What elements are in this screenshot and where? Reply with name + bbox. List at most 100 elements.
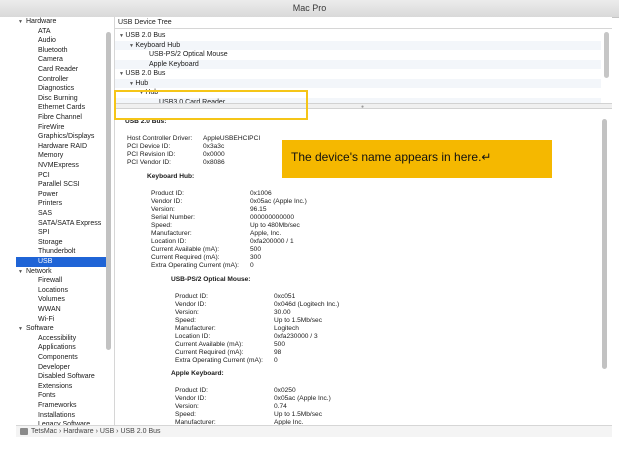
property-value: 98 [274,349,282,356]
sidebar-item[interactable]: Audio [16,36,108,46]
system-information-window: Mac Pro ▼ Hardware ATA Audio Bluetooth Camera… [0,0,619,450]
sidebar-item[interactable]: Card Reader [16,65,108,75]
sidebar-item[interactable]: Installations [16,411,108,421]
sidebar-item[interactable]: Diagnostics [16,84,108,94]
sidebar-item[interactable]: NVMExpress [16,161,108,171]
tree-node[interactable]: ▼ USB 2.0 Bus [115,69,601,79]
sidebar-item-label: SATA/SATA Express [38,219,102,227]
tree-node[interactable]: ▼ Keyboard Hub [115,40,601,50]
sidebar-item[interactable]: Camera [16,55,108,65]
sidebar-item-label: Network [26,267,52,275]
sidebar-item[interactable]: ATA [16,27,108,37]
tree-node[interactable]: ▼ Hub [115,78,601,88]
sidebar-item[interactable]: Applications [16,343,108,353]
annotation-callout: The device's name appears in here.↵ [282,140,552,178]
sidebar-item-label: Audio [38,37,56,45]
sidebar-item-label: FireWire [38,123,65,131]
property-value: 0x046d (Logitech Inc.) [274,301,340,308]
sidebar-scrollbar[interactable] [106,32,111,350]
sidebar-item[interactable]: Volumes [16,295,108,305]
sidebar-item[interactable]: Storage [16,238,108,248]
sidebar-item[interactable]: Parallel SCSI [16,180,108,190]
sidebar-item[interactable]: Memory [16,151,108,161]
property-value: 300 [250,254,262,261]
sidebar-item-label: Bluetooth [38,46,68,54]
tree-node[interactable]: Apple Keyboard [115,59,601,69]
highlight-box [114,90,308,120]
sidebar-item-label: Fonts [38,392,56,400]
sidebar-category[interactable]: ▼ Software [16,324,108,334]
sidebar-item-label: NVMExpress [38,162,79,169]
sidebar-item-label: Controller [38,75,69,83]
property-key: Current Required (mA): [175,349,244,356]
sidebar-item-label: Fibre Channel [38,114,82,121]
sidebar-item[interactable]: Power [16,190,108,200]
tree-node-label: USB-PS/2 Optical Mouse [149,51,228,58]
sidebar-item[interactable]: Ethernet Cards [16,103,108,113]
sidebar-item[interactable]: Locations [16,286,108,296]
sidebar-item[interactable]: SATA/SATA Express [16,219,108,229]
sidebar-item[interactable]: Fibre Channel [16,113,108,123]
sidebar-item-label: Diagnostics [38,85,75,93]
sidebar-item[interactable]: Bluetooth [16,46,108,56]
sidebar-item[interactable]: USB [16,257,108,267]
sidebar-category[interactable]: ▼ Network [16,267,108,277]
sidebar-item[interactable]: Firewall [16,276,108,286]
tree-scrollbar[interactable] [604,32,609,78]
computer-icon [20,427,28,435]
sidebar-item[interactable]: Controller [16,75,108,85]
sidebar-item[interactable]: Components [16,353,108,363]
sidebar-item[interactable]: FireWire [16,123,108,133]
tree-node-label: Apple Keyboard [149,60,199,68]
sidebar-item-label: PCI [38,171,50,179]
tree-node-label: USB 2.0 Bus [125,70,166,77]
property-key: Speed: [151,222,172,229]
property-value: 000000000000 [250,214,295,221]
sidebar-item[interactable]: Printers [16,199,108,209]
property-key: Product ID: [175,293,208,300]
sidebar-item[interactable]: Accessibility [16,334,108,344]
property-value: Up to 1.5Mb/sec [274,317,323,324]
sidebar-category[interactable]: ▼ Hardware [16,17,108,27]
sidebar-item-label: Extensions [38,382,73,390]
property-value: Apple, Inc. [250,230,282,237]
property-key: Speed: [175,411,196,418]
tree-node[interactable]: ▼ USB 2.0 Bus [115,31,601,41]
sidebar-item[interactable]: Developer [16,363,108,373]
window-title: Mac Pro [292,3,327,13]
property-value: 500 [274,341,286,348]
sidebar-item[interactable]: Hardware RAID [16,142,108,152]
sidebar-item[interactable]: Fonts [16,391,108,401]
sidebar-item-label: USB [38,258,53,265]
sidebar-item-label: Accessibility [38,334,77,342]
property-key: Location ID: [151,238,187,245]
property-key: Current Available (mA): [151,246,220,253]
sidebar-item-label: Card Reader [38,66,79,73]
sidebar-item[interactable]: Frameworks [16,401,108,411]
sidebar-item-label: Graphics/Displays [38,133,95,141]
sidebar-item[interactable]: SPI [16,228,108,238]
title-bar[interactable]: Mac Pro [0,0,619,18]
property-key: Host Controller Driver: [127,135,193,142]
sidebar-item[interactable]: Wi-Fi [16,315,108,325]
sidebar-item[interactable]: PCI [16,171,108,181]
sidebar-item[interactable]: SAS [16,209,108,219]
detail-scrollbar[interactable] [602,119,607,369]
sidebar-item[interactable]: Disc Burning [16,94,108,104]
sidebar-item[interactable]: Disabled Software [16,372,108,382]
property-key: Vendor ID: [151,198,183,205]
sidebar-item-label: Components [38,354,78,361]
sidebar-item-label: Disabled Software [38,373,95,381]
property-key: Manufacturer: [151,230,192,237]
sidebar-item[interactable]: Thunderbolt [16,247,108,257]
property-key: Version: [175,403,199,410]
tree-node[interactable]: USB-PS/2 Optical Mouse [115,50,601,60]
path-text[interactable]: TetsMac › Hardware › USB › USB 2.0 Bus [31,428,161,435]
sidebar-item[interactable]: Extensions [16,382,108,392]
sidebar-item[interactable]: WWAN [16,305,108,315]
property-value: 0x0250 [274,387,296,394]
sidebar-item[interactable]: Graphics/Displays [16,132,108,142]
tree-node-label: Keyboard Hub [135,41,181,49]
property-key: PCI Device ID: [127,143,171,150]
property-value: 0x0000 [203,151,225,158]
